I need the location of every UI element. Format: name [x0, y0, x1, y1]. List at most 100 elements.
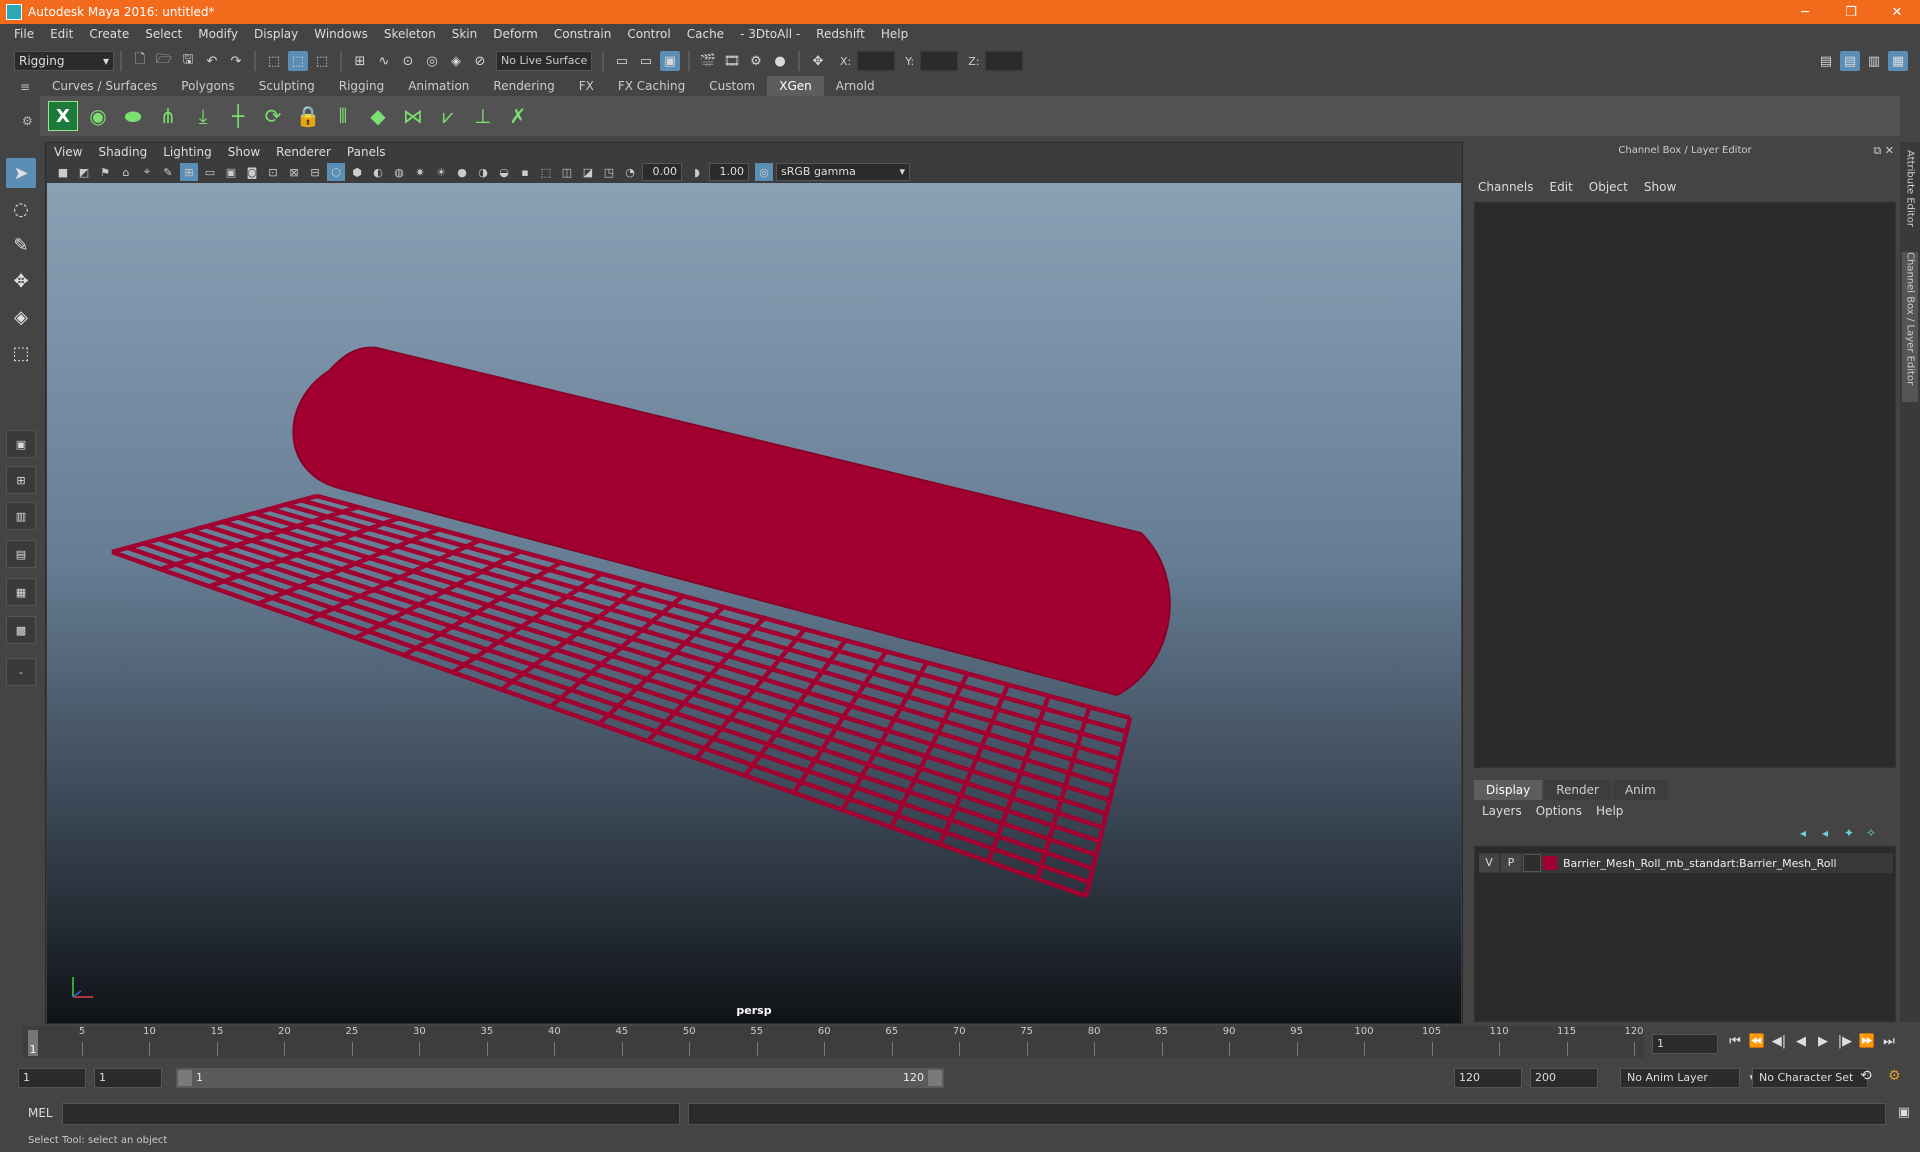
gate-mask-icon[interactable]: ◙ — [243, 163, 261, 181]
wireframe-icon[interactable]: ⬡ — [327, 163, 345, 181]
render-settings-icon[interactable]: ⚙ — [746, 51, 766, 71]
range-start-handle[interactable] — [178, 1070, 192, 1086]
redo-icon[interactable]: ↷ — [226, 51, 246, 71]
shelf-tab-fx-caching[interactable]: FX Caching — [605, 76, 698, 96]
transform-constraint-icon[interactable]: ✥ — [808, 51, 828, 71]
menu-modify[interactable]: Modify — [190, 24, 246, 44]
new-layer-icon[interactable]: ✦ — [1844, 826, 1866, 840]
edit-menu[interactable]: Edit — [1550, 180, 1573, 194]
image-plane-icon[interactable]: ⌂ — [117, 163, 135, 181]
menu-display[interactable]: Display — [246, 24, 306, 44]
xgen-cut-icon[interactable]: ⊥ — [468, 101, 498, 131]
exposure-icon[interactable]: ◔ — [621, 163, 639, 181]
range-end-handle[interactable] — [928, 1070, 942, 1086]
character-set-dropdown[interactable]: No Character Set — [1752, 1068, 1868, 1088]
xgen-editor-icon[interactable]: X — [48, 101, 78, 131]
layer-row[interactable]: V P Barrier_Mesh_Roll_mb_standart:Barrie… — [1479, 853, 1893, 873]
current-frame-field[interactable]: 1 — [1652, 1034, 1718, 1054]
xgen-add-guide-icon[interactable]: ⋔ — [153, 101, 183, 131]
resolution-gate-icon[interactable]: ▣ — [222, 163, 240, 181]
x-ray-joints-icon[interactable]: ◳ — [600, 163, 618, 181]
gamma-icon[interactable]: ◗ — [688, 163, 706, 181]
move-layer-down-icon[interactable]: ◂ — [1822, 826, 1844, 840]
use-all-lights-icon[interactable]: ✷ — [411, 163, 429, 181]
render-view-icon[interactable]: ▣ — [660, 51, 680, 71]
attribute-editor-toggle-icon[interactable]: ▤ — [1840, 51, 1860, 71]
select-tool-icon[interactable]: ➤ — [6, 158, 36, 188]
color-management-icon[interactable]: ◎ — [755, 163, 773, 181]
move-layer-up-icon[interactable]: ◂ — [1800, 826, 1822, 840]
script-editor-icon[interactable]: ▣ — [1898, 1105, 1910, 1120]
xgen-lock-icon[interactable]: 🔒 — [293, 101, 323, 131]
persp-outliner-icon[interactable]: ▤ — [6, 540, 36, 568]
custom-layout-icon[interactable]: - — [6, 658, 36, 686]
layer-name[interactable]: Barrier_Mesh_Roll_mb_standart:Barrier_Me… — [1563, 857, 1837, 870]
camera-attributes-icon[interactable]: ◩ — [75, 163, 93, 181]
go-to-end-icon[interactable]: ⏭ — [1878, 1034, 1900, 1049]
2d-pan-zoom-icon[interactable]: ⌖ — [138, 163, 156, 181]
xgen-delete-icon[interactable]: ✗ — [503, 101, 533, 131]
viewport-canvas[interactable]: persp — [47, 183, 1461, 1023]
animation-start-field[interactable]: 1 — [18, 1068, 86, 1088]
exposure-field[interactable]: 0.00 — [642, 163, 682, 181]
select-object-icon[interactable]: ⬚ — [288, 51, 308, 71]
render-current-frame-icon[interactable]: 🎬 — [698, 51, 718, 71]
close-button[interactable]: ✕ — [1874, 0, 1920, 24]
viewport-menu-show[interactable]: Show — [228, 145, 260, 159]
screen-space-ao-icon[interactable]: ● — [453, 163, 471, 181]
select-hierarchy-icon[interactable]: ⬚ — [264, 51, 284, 71]
layer-color-swatch[interactable] — [1543, 856, 1557, 870]
textured-icon[interactable]: ◍ — [390, 163, 408, 181]
auto-key-icon[interactable]: ⟲ — [1860, 1068, 1872, 1084]
live-surface-field[interactable]: No Live Surface — [496, 51, 592, 71]
command-language-label[interactable]: MEL — [28, 1104, 53, 1122]
persp-graph-icon[interactable]: ▦ — [6, 578, 36, 606]
menu-redshift[interactable]: Redshift — [808, 24, 873, 44]
shelf-tab-xgen[interactable]: XGen — [767, 76, 824, 96]
channel-box-toggle-icon[interactable]: ▦ — [1888, 51, 1908, 71]
help-menu[interactable]: Help — [1596, 804, 1623, 818]
xgen-groom-icon[interactable]: ⩗ — [433, 101, 463, 131]
multisample-aa-icon[interactable]: ◒ — [495, 163, 513, 181]
rotate-tool-icon[interactable]: ◈ — [6, 302, 36, 332]
shelf-settings-icon[interactable]: ⚙ — [22, 114, 33, 128]
tool-settings-toggle-icon[interactable]: ▥ — [1864, 51, 1884, 71]
menu-create[interactable]: Create — [81, 24, 137, 44]
hypershade-icon[interactable]: ● — [770, 51, 790, 71]
shelf-tab-rendering[interactable]: Rendering — [481, 76, 567, 96]
move-tool-icon[interactable]: ✥ — [6, 266, 36, 296]
anim-layer-dropdown[interactable]: No Anim Layer ▾ — [1620, 1068, 1755, 1088]
shelf-tab-fx[interactable]: FX — [566, 76, 606, 96]
z-field[interactable] — [985, 51, 1024, 71]
options-menu[interactable]: Options — [1536, 804, 1582, 818]
paint-select-tool-icon[interactable]: ✎ — [6, 230, 36, 260]
show-menu[interactable]: Show — [1644, 180, 1676, 194]
animation-end-field[interactable]: 200 — [1530, 1068, 1598, 1088]
x-ray-icon[interactable]: ◫ — [558, 163, 576, 181]
xgen-comb-icon[interactable]: ⫴ — [328, 101, 358, 131]
shelf-tab-animation[interactable]: Animation — [396, 76, 482, 96]
bookmark-icon[interactable]: ⚑ — [96, 163, 114, 181]
tab-anim[interactable]: Anim — [1612, 780, 1668, 800]
side-tab-attribute-editor[interactable]: Attribute Editor — [1902, 150, 1918, 230]
xgen-add-point-icon[interactable]: ┼ — [223, 101, 253, 131]
x-field[interactable] — [857, 51, 896, 71]
two-view-icon[interactable]: ▥ — [6, 502, 36, 530]
channel-box-list[interactable] — [1474, 202, 1896, 768]
shelf-tab-curves[interactable]: Curves / Surfaces — [40, 76, 170, 96]
safe-title-icon[interactable]: ⊟ — [306, 163, 324, 181]
snap-view-icon[interactable]: ◎ — [422, 51, 442, 71]
shelf-menu-icon[interactable]: ≡ — [20, 80, 30, 94]
step-forward-icon[interactable]: ⏩ — [1856, 1034, 1878, 1049]
go-to-start-icon[interactable]: ⏮ — [1724, 1034, 1746, 1049]
object-menu[interactable]: Object — [1589, 180, 1628, 194]
save-scene-icon[interactable]: 🖫 — [178, 51, 198, 71]
range-slider[interactable]: 1 120 — [176, 1068, 944, 1088]
tab-display[interactable]: Display — [1474, 780, 1543, 800]
step-forward-key-icon[interactable]: |▶ — [1834, 1034, 1856, 1049]
isolate-select-icon[interactable]: ⬚ — [537, 163, 555, 181]
animation-preferences-icon[interactable]: ⚙ — [1888, 1068, 1901, 1084]
layer-playback-toggle[interactable]: P — [1501, 854, 1521, 872]
four-view-icon[interactable]: ⊞ — [6, 466, 36, 494]
current-time-marker[interactable]: 1 — [28, 1030, 38, 1056]
